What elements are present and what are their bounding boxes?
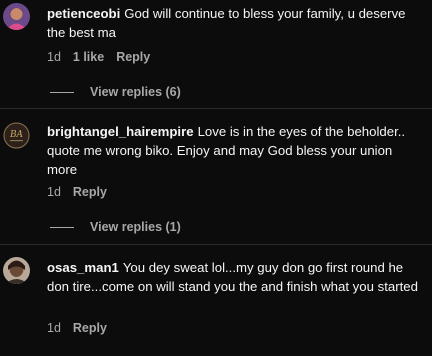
comment-time: 1d	[47, 185, 61, 199]
comment-text: osas_man1 You dey sweat lol...my guy don …	[47, 258, 425, 296]
comment-likes[interactable]: 1 like	[73, 50, 104, 64]
comment-meta: 1d Reply	[47, 321, 107, 335]
comment-time: 1d	[47, 321, 61, 335]
view-replies-label: View replies (6)	[90, 85, 181, 99]
divider-line	[50, 91, 74, 93]
reply-button[interactable]: Reply	[73, 321, 107, 335]
brand-logo-icon: BA	[3, 122, 30, 149]
comment-username[interactable]: brightangel_hairempire	[47, 124, 194, 139]
view-replies-button[interactable]: View replies (1)	[50, 220, 181, 234]
comment-text: petienceobi God will continue to bless yo…	[47, 4, 425, 42]
comment-text: brightangel_hairempire Love is in the eye…	[47, 122, 425, 179]
reply-button[interactable]: Reply	[116, 50, 150, 64]
comment-meta: 1d 1 like Reply	[47, 50, 150, 64]
avatar[interactable]	[3, 257, 30, 284]
reply-button[interactable]: Reply	[73, 185, 107, 199]
profile-photo-icon	[3, 257, 30, 284]
avatar[interactable]: BA	[3, 122, 30, 149]
divider	[0, 108, 432, 109]
view-replies-button[interactable]: View replies (6)	[50, 85, 181, 99]
comment-username[interactable]: osas_man1	[47, 260, 119, 275]
divider-line	[50, 226, 74, 228]
svg-text:BA: BA	[9, 130, 24, 140]
divider	[0, 244, 432, 245]
avatar[interactable]	[3, 3, 30, 30]
comment-time: 1d	[47, 50, 61, 64]
comment-meta: 1d Reply	[47, 185, 107, 199]
comment-username[interactable]: petienceobi	[47, 6, 120, 21]
profile-photo-icon	[3, 3, 30, 30]
view-replies-label: View replies (1)	[90, 220, 181, 234]
